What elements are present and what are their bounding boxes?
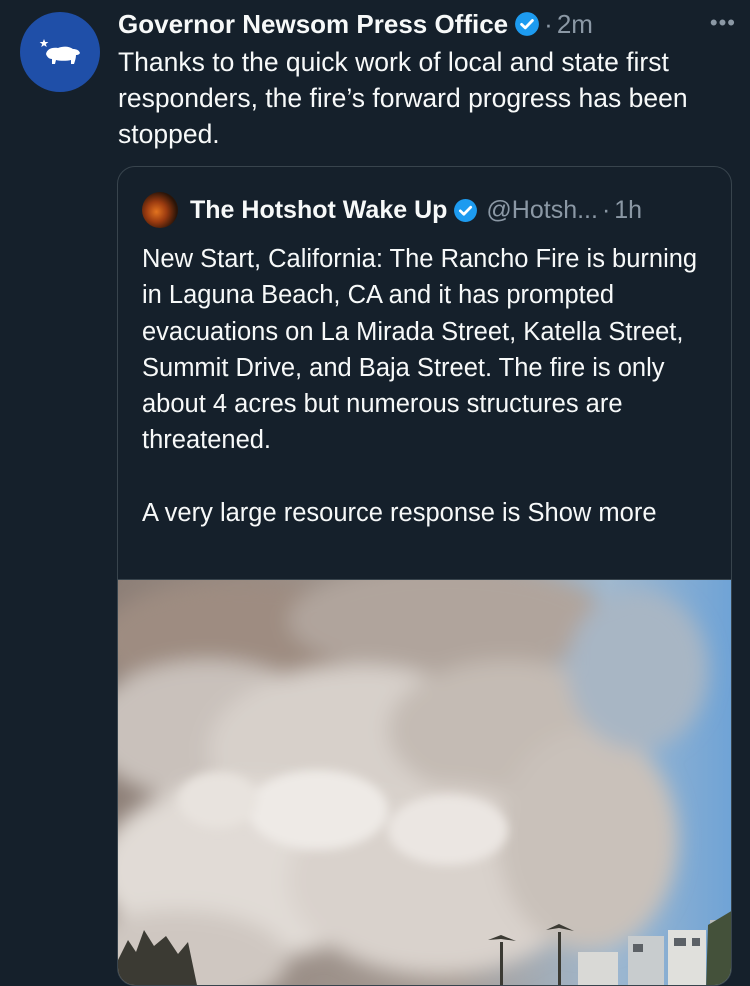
quoted-avatar[interactable] (142, 192, 178, 228)
fire-smoke-photo (118, 565, 731, 985)
quoted-paragraph-1: New Start, California: The Rancho Fire i… (142, 245, 698, 455)
quoted-timestamp[interactable]: 1h (614, 196, 642, 225)
media-image[interactable] (118, 565, 731, 985)
quoted-paragraph-2: A very large resource response is Show m… (142, 495, 712, 531)
quoted-tweet-header: The Hotshot Wake Up @Hotsh... · 1h (142, 192, 721, 228)
california-bear-icon (39, 39, 80, 64)
quoted-author-name[interactable]: The Hotshot Wake Up (190, 196, 447, 225)
quoted-handle[interactable]: @Hotsh... (486, 196, 598, 225)
quoted-paragraph-2-text: A very large resource response is (142, 498, 521, 527)
tweet-text: Thanks to the quick work of local and st… (118, 47, 688, 149)
quoted-tweet[interactable]: The Hotshot Wake Up @Hotsh... · 1h New S… (117, 166, 732, 986)
show-more-link[interactable]: Show more (528, 499, 657, 527)
avatar[interactable] (20, 12, 100, 92)
author-name[interactable]: Governor Newsom Press Office (118, 9, 508, 40)
separator: · (601, 195, 611, 224)
separator: · (544, 8, 553, 39)
tweet-header: Governor Newsom Press Office · 2m ••• (118, 8, 736, 40)
quoted-tweet-text: New Start, California: The Rancho Fire i… (142, 241, 712, 531)
timestamp[interactable]: 2m (557, 9, 593, 40)
more-options-icon[interactable]: ••• (710, 10, 736, 36)
verified-badge-icon (514, 11, 540, 37)
verified-badge-icon (453, 198, 478, 223)
